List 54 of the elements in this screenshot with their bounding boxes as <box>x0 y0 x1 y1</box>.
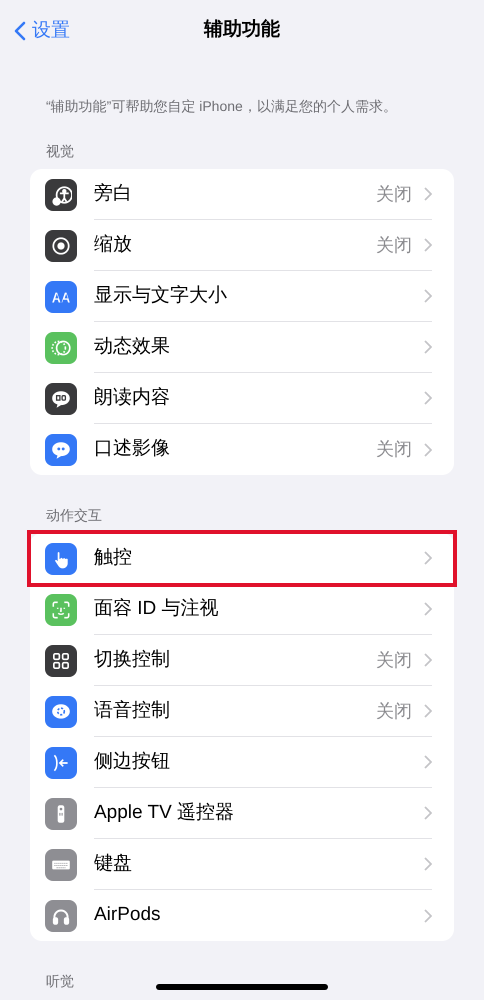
chevron-icon <box>424 908 432 922</box>
settings-row[interactable]: 旁白 关闭 <box>30 169 454 220</box>
row-label: 面容 ID 与注视 <box>94 596 220 621</box>
row-label: 朗读内容 <box>94 386 171 410</box>
row-label: 旁白 <box>94 182 133 206</box>
chevron-icon <box>424 340 432 354</box>
settings-row[interactable]: 侧边按钮 <box>30 737 454 788</box>
settings-row[interactable]: Apple TV 遥控器 <box>30 788 454 839</box>
chevron-icon <box>424 602 432 616</box>
chevron-icon <box>424 187 432 201</box>
chevron-icon <box>424 391 432 405</box>
row-value: 关闭 <box>376 648 412 672</box>
chevron-icon <box>424 857 432 871</box>
back-chevron-icon <box>14 21 26 42</box>
row-label: 显示与文字大小 <box>94 284 228 308</box>
settings-row[interactable]: 口述影像 关闭 <box>30 424 454 475</box>
description: “辅助功能”可帮助您自定 iPhone，以满足您的个人需求。 <box>46 97 398 116</box>
settings-row[interactable]: AirPods <box>30 890 454 941</box>
row-label: 键盘 <box>94 852 133 876</box>
settings-row[interactable]: 语音控制 关闭 <box>30 686 454 737</box>
chevron-icon <box>424 704 432 718</box>
section-header: 听觉 <box>46 972 74 991</box>
row-label: 切换控制 <box>94 648 171 672</box>
settings-row[interactable]: 触控 <box>30 533 454 584</box>
section-header: 视觉 <box>46 142 74 161</box>
row-label: Apple TV 遥控器 <box>94 800 236 825</box>
settings-row[interactable]: 缩放 关闭 <box>30 220 454 271</box>
row-label: 口述影像 <box>94 437 171 462</box>
back-button[interactable]: 设置 <box>14 17 70 46</box>
row-value: 关闭 <box>376 438 412 461</box>
row-label: AirPods <box>94 903 162 928</box>
settings-row[interactable]: 切换控制 关闭 <box>30 635 454 686</box>
chevron-icon <box>424 806 432 820</box>
settings-row[interactable]: 显示与文字大小 <box>30 271 454 322</box>
row-value: 关闭 <box>376 700 412 722</box>
settings-row[interactable]: 键盘 <box>30 839 454 890</box>
row-label: 侧边按钮 <box>94 750 171 774</box>
row-label: 语音控制 <box>94 698 171 723</box>
chevron-icon <box>424 238 432 252</box>
page-title: 辅助功能 <box>204 18 280 42</box>
settings-row[interactable]: 面容 ID 与注视 <box>30 584 454 635</box>
section-header: 动作交互 <box>46 506 102 525</box>
row-label: 动态效果 <box>94 334 171 359</box>
settings-row[interactable]: 朗读内容 <box>30 373 454 424</box>
chevron-icon <box>424 551 432 565</box>
row-value: 关闭 <box>376 182 412 206</box>
row-label: 触控 <box>94 546 133 570</box>
settings-row[interactable]: 动态效果 <box>30 322 454 373</box>
row-value: 关闭 <box>376 234 412 256</box>
chevron-icon <box>424 755 432 769</box>
chevron-icon <box>424 442 432 456</box>
chevron-icon <box>424 289 432 303</box>
chevron-icon <box>424 653 432 667</box>
row-label: 缩放 <box>94 232 133 257</box>
